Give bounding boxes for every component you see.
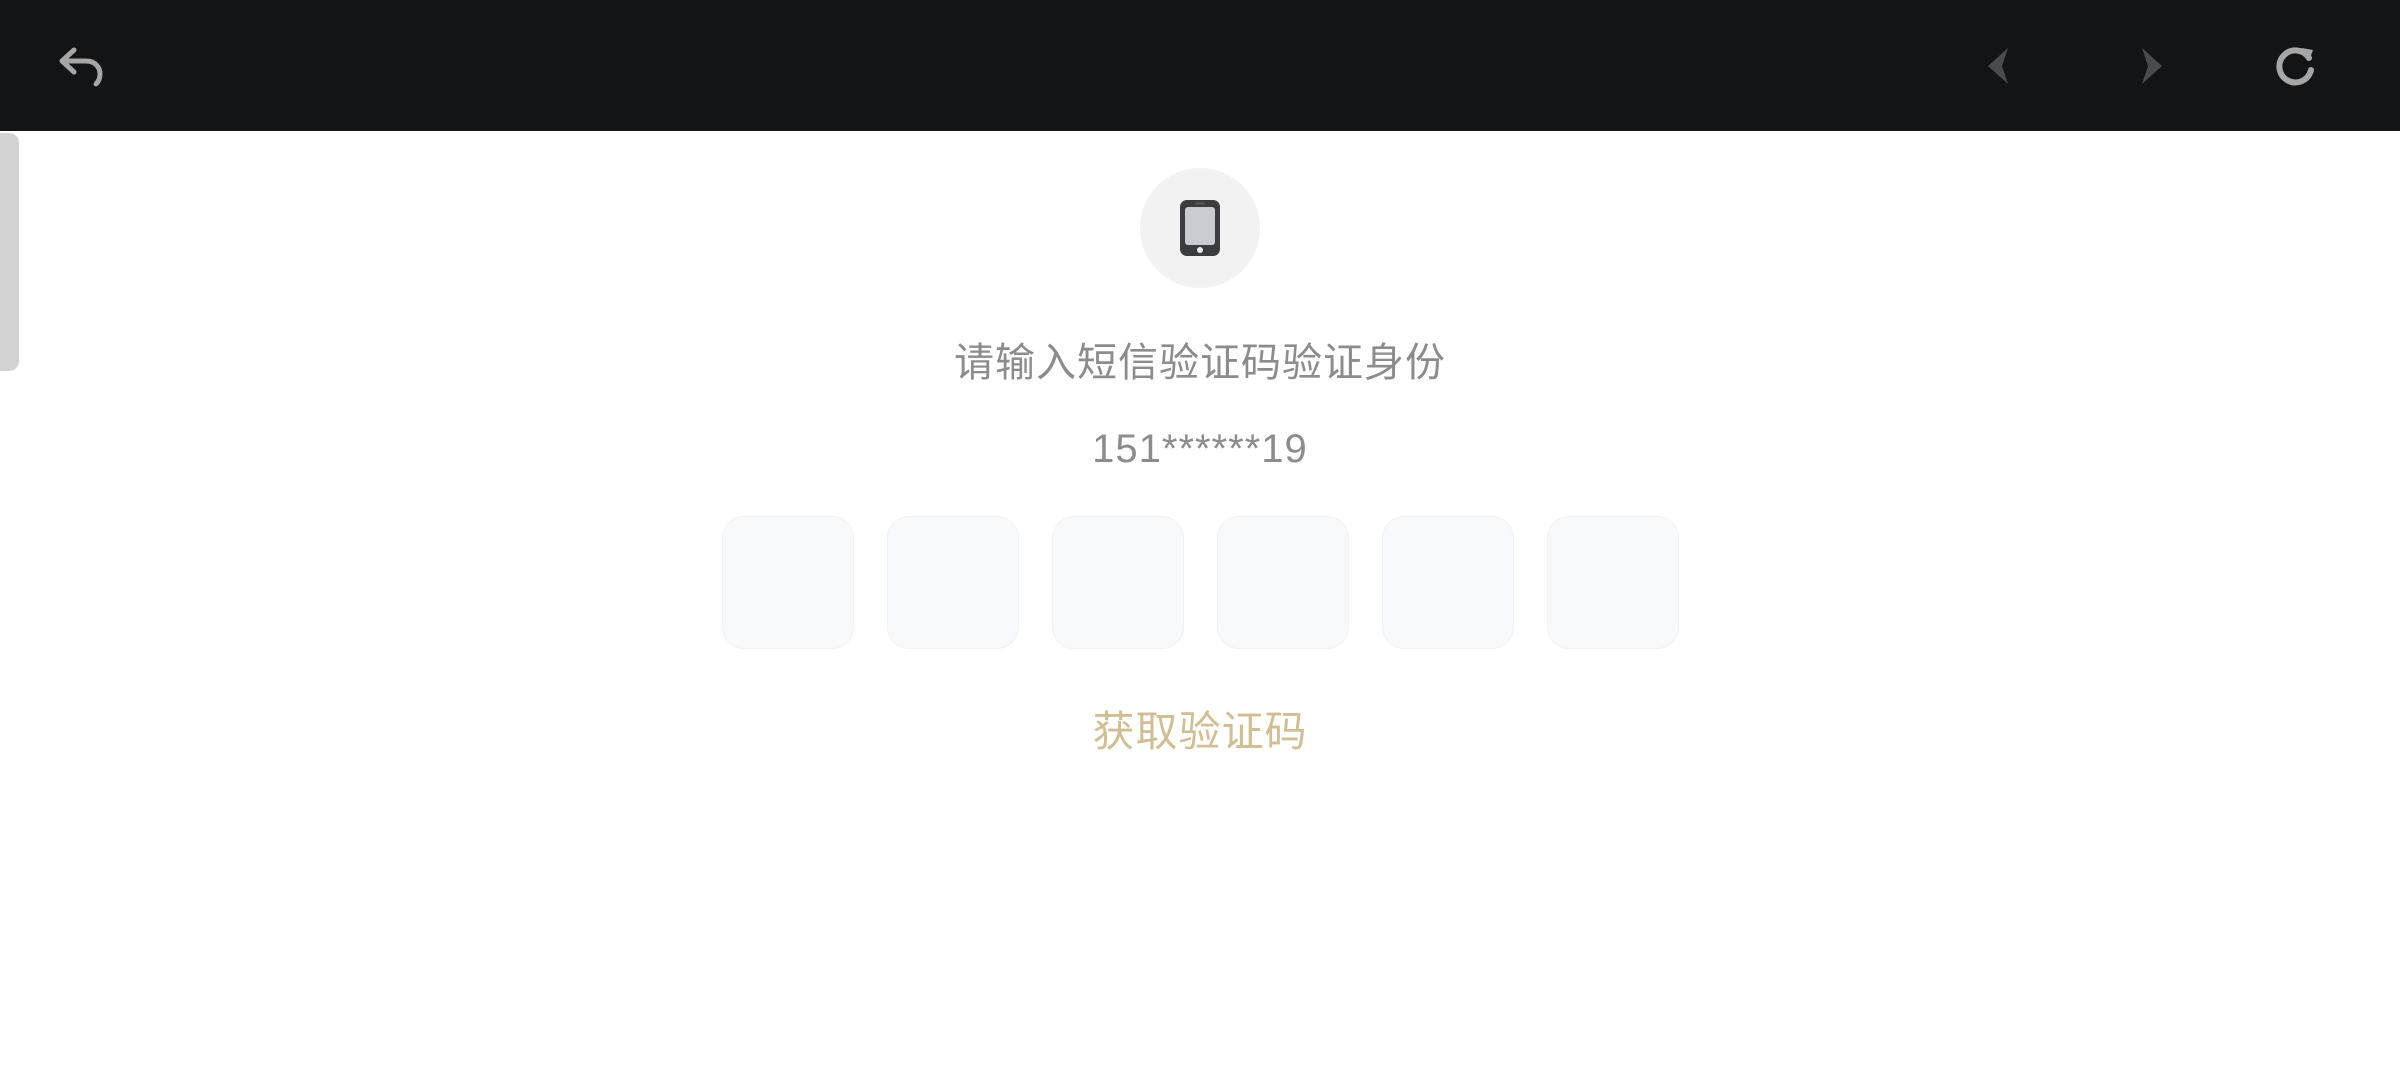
code-digit-box-6[interactable] — [1547, 516, 1679, 649]
code-digit-box-2[interactable] — [887, 516, 1019, 649]
back-button[interactable] — [46, 30, 118, 102]
code-digit-box-3[interactable] — [1052, 516, 1184, 649]
page-title: 请输入短信验证码验证身份 — [954, 340, 1446, 386]
mobile-phone-icon — [1180, 200, 1220, 256]
chevron-left-icon — [1988, 48, 2008, 84]
masked-phone-number: 151******19 — [1092, 427, 1308, 471]
chevron-right-icon — [2142, 48, 2162, 84]
code-digit-box-4[interactable] — [1217, 516, 1349, 649]
next-button[interactable] — [2112, 30, 2184, 102]
top-toolbar — [0, 0, 2400, 131]
code-digit-box-1[interactable] — [722, 516, 854, 649]
reload-button[interactable] — [2259, 30, 2331, 102]
get-code-button[interactable]: 获取验证码 — [1050, 702, 1350, 762]
verification-page: 请输入短信验证码验证身份 151******19 获取验证码 — [0, 131, 2400, 1080]
undo-arrow-icon — [59, 47, 103, 87]
phone-icon-container — [1140, 168, 1260, 288]
code-input-group — [722, 516, 1679, 649]
code-digit-box-5[interactable] — [1382, 516, 1514, 649]
previous-button[interactable] — [1966, 30, 2038, 102]
reload-icon — [2276, 47, 2314, 86]
